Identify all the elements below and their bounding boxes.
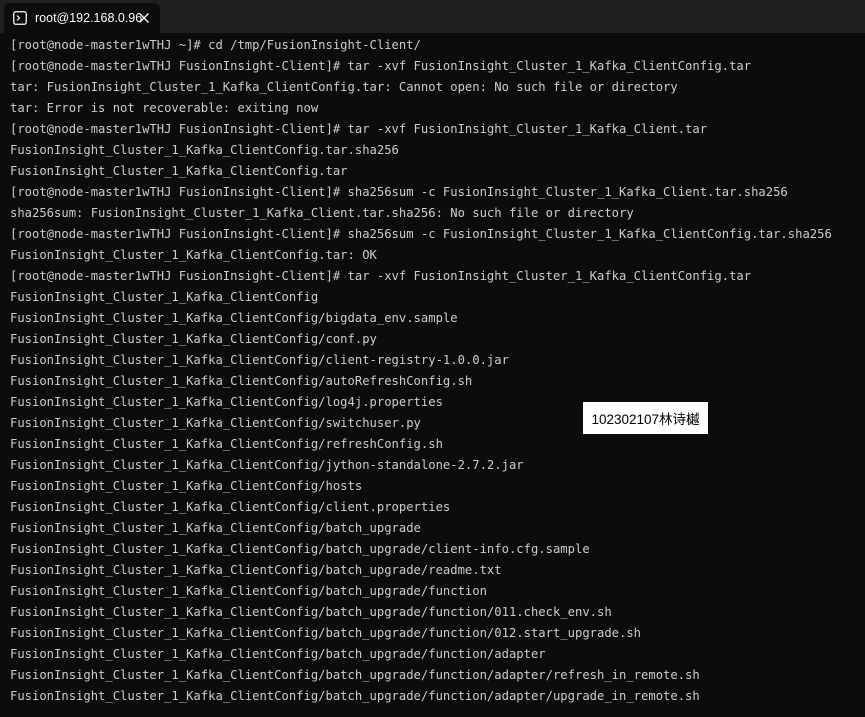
terminal-line: FusionInsight_Cluster_1_Kafka_ClientConf…: [10, 479, 363, 493]
terminal-line: FusionInsight_Cluster_1_Kafka_ClientConf…: [10, 311, 458, 325]
terminal-line: FusionInsight_Cluster_1_Kafka_ClientConf…: [10, 143, 399, 157]
terminal-line: [root@node-master1wTHJ FusionInsight-Cli…: [10, 227, 832, 241]
terminal-line: FusionInsight_Cluster_1_Kafka_ClientConf…: [10, 668, 700, 682]
terminal-window: root@192.168.0.96 [root@node-master1wTHJ…: [0, 0, 865, 717]
terminal-line: FusionInsight_Cluster_1_Kafka_ClientConf…: [10, 416, 421, 430]
terminal-line: FusionInsight_Cluster_1_Kafka_ClientConf…: [10, 626, 642, 640]
terminal-line: FusionInsight_Cluster_1_Kafka_ClientConf…: [10, 437, 443, 451]
tab-bar: root@192.168.0.96: [0, 0, 865, 33]
terminal-icon: [13, 11, 27, 25]
terminal-line: FusionInsight_Cluster_1_Kafka_ClientConf…: [10, 500, 451, 514]
terminal-line: FusionInsight_Cluster_1_Kafka_ClientConf…: [10, 395, 443, 409]
tab-session[interactable]: root@192.168.0.96: [4, 3, 160, 33]
terminal-line: FusionInsight_Cluster_1_Kafka_ClientConf…: [10, 563, 502, 577]
terminal-line: FusionInsight_Cluster_1_Kafka_ClientConf…: [10, 647, 546, 661]
watermark-label: 102302107林诗樾: [583, 402, 708, 434]
terminal-line: [root@node-master1wTHJ FusionInsight-Cli…: [10, 269, 752, 283]
terminal-line: FusionInsight_Cluster_1_Kafka_ClientConf…: [10, 542, 590, 556]
terminal-line: [root@node-master1wTHJ FusionInsight-Cli…: [10, 185, 788, 199]
terminal-line: FusionInsight_Cluster_1_Kafka_ClientConf…: [10, 353, 509, 367]
terminal-line: tar: Error is not recoverable: exiting n…: [10, 101, 319, 115]
terminal-line: tar: FusionInsight_Cluster_1_Kafka_Clien…: [10, 80, 678, 94]
terminal-line: FusionInsight_Cluster_1_Kafka_ClientConf…: [10, 689, 700, 703]
terminal-output[interactable]: [root@node-master1wTHJ ~]# cd /tmp/Fusio…: [10, 35, 860, 717]
terminal-line: [root@node-master1wTHJ ~]# cd /tmp/Fusio…: [10, 38, 421, 52]
terminal-line: FusionInsight_Cluster_1_Kafka_ClientConf…: [10, 164, 348, 178]
terminal-line: FusionInsight_Cluster_1_Kafka_ClientConf…: [10, 332, 377, 346]
terminal-line: FusionInsight_Cluster_1_Kafka_ClientConf…: [10, 374, 473, 388]
terminal-line: FusionInsight_Cluster_1_Kafka_ClientConf…: [10, 248, 377, 262]
terminal-line: FusionInsight_Cluster_1_Kafka_ClientConf…: [10, 584, 487, 598]
close-icon[interactable]: [137, 11, 151, 25]
terminal-line: FusionInsight_Cluster_1_Kafka_ClientConf…: [10, 521, 421, 535]
terminal-line: [root@node-master1wTHJ FusionInsight-Cli…: [10, 59, 752, 73]
terminal-line: FusionInsight_Cluster_1_Kafka_ClientConf…: [10, 458, 524, 472]
terminal-line: FusionInsight_Cluster_1_Kafka_ClientConf…: [10, 290, 319, 304]
tab-title: root@192.168.0.96: [35, 11, 143, 25]
terminal-line: sha256sum: FusionInsight_Cluster_1_Kafka…: [10, 206, 634, 220]
terminal-line: FusionInsight_Cluster_1_Kafka_ClientConf…: [10, 605, 612, 619]
terminal-line: [root@node-master1wTHJ FusionInsight-Cli…: [10, 122, 708, 136]
